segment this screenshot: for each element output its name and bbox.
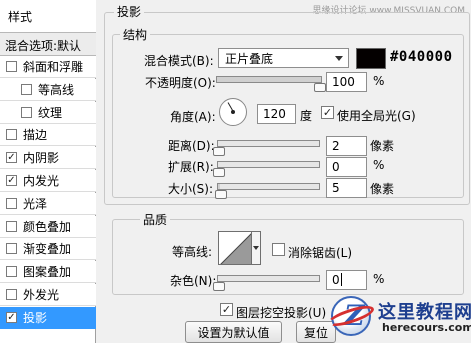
- style-item-checkbox[interactable]: [6, 243, 17, 254]
- contour-label: 等高线:: [172, 245, 213, 259]
- angle-unit: 度: [300, 109, 313, 123]
- shadow-color-swatch[interactable]: [356, 48, 386, 69]
- shadow-color-hex: #040000: [390, 49, 453, 65]
- style-item-label: 内发光: [23, 174, 60, 188]
- size-unit: 像素: [370, 182, 395, 196]
- contour-dropdown[interactable]: [252, 231, 261, 265]
- spread-label: 扩展(R):: [168, 160, 214, 174]
- style-item-checkbox[interactable]: [6, 198, 17, 209]
- spread-percent: %: [373, 158, 385, 172]
- style-item[interactable]: 描边: [0, 124, 96, 146]
- noise-slider[interactable]: [217, 275, 320, 282]
- spread-input[interactable]: 0: [326, 157, 367, 177]
- spread-slider-handle[interactable]: [213, 168, 225, 177]
- chevron-down-icon: [253, 246, 259, 250]
- style-item[interactable]: 光泽: [0, 193, 96, 215]
- style-item[interactable]: 等高线: [0, 79, 96, 101]
- site-watermark: Z 这里教程网 herecours.com: [326, 293, 471, 343]
- contour-preview[interactable]: [218, 231, 252, 265]
- angle-input[interactable]: 120: [257, 104, 296, 124]
- style-item-label: 光泽: [23, 197, 48, 211]
- blend-mode-label: 混合模式(B):: [144, 54, 214, 68]
- style-item-label: 描边: [23, 128, 48, 142]
- style-item-checkbox[interactable]: [6, 289, 17, 300]
- noise-label: 杂色(N):: [170, 274, 217, 288]
- style-item-label: 内阴影: [23, 151, 60, 165]
- anti-aliased-label: 消除锯齿(L): [288, 246, 353, 260]
- styles-panel-title: 样式: [0, 0, 96, 32]
- style-item[interactable]: 渐变叠加: [0, 238, 96, 260]
- distance-label: 距离(D):: [168, 139, 215, 153]
- style-item[interactable]: ✓ 投影: [0, 307, 96, 329]
- distance-unit: 像素: [370, 139, 395, 153]
- style-item-label: 投影: [23, 311, 48, 325]
- opacity-slider-handle[interactable]: [314, 83, 326, 92]
- opacity-input[interactable]: 100: [326, 72, 367, 92]
- size-label: 大小(S):: [168, 182, 214, 196]
- knockout-checkbox[interactable]: ✓: [220, 303, 233, 316]
- style-item[interactable]: 斜面和浮雕: [0, 56, 96, 78]
- spread-slider[interactable]: [217, 161, 320, 168]
- angle-label: 角度(A):: [170, 110, 216, 124]
- style-item[interactable]: ✓ 内阴影: [0, 147, 96, 169]
- style-item[interactable]: 纹理: [0, 102, 96, 124]
- style-item[interactable]: 外发光: [0, 284, 96, 306]
- style-item-checkbox[interactable]: [6, 129, 17, 140]
- distance-input[interactable]: 2: [326, 136, 367, 156]
- opacity-label: 不透明度(O):: [145, 76, 216, 90]
- global-light-label: 使用全局光(G): [337, 109, 416, 123]
- noise-input[interactable]: 0: [326, 270, 367, 290]
- check-icon: ✓: [322, 106, 333, 119]
- site-watermark-url: herecours.com: [382, 321, 471, 334]
- style-item-checkbox[interactable]: [6, 266, 17, 277]
- style-item-checkbox[interactable]: [21, 107, 32, 118]
- style-item-label: 颜色叠加: [23, 220, 72, 234]
- style-item-checkbox[interactable]: [6, 221, 17, 232]
- style-item[interactable]: 图案叠加: [0, 261, 96, 283]
- blending-options-item[interactable]: 混合选项:默认: [0, 32, 96, 56]
- style-item-label: 斜面和浮雕: [23, 60, 84, 74]
- style-item-label: 渐变叠加: [23, 242, 72, 256]
- style-item-label: 纹理: [38, 106, 63, 120]
- style-item-checkbox[interactable]: [6, 61, 17, 72]
- style-item[interactable]: 颜色叠加: [0, 216, 96, 238]
- chevron-down-icon: [335, 56, 343, 61]
- style-item-checkbox[interactable]: [21, 84, 32, 95]
- drop-shadow-title: 投影: [114, 3, 145, 20]
- opacity-percent: %: [373, 74, 385, 88]
- opacity-slider[interactable]: [216, 76, 322, 83]
- style-item-label: 外发光: [23, 288, 60, 302]
- size-input[interactable]: 5: [326, 178, 367, 198]
- noise-percent: %: [373, 272, 385, 286]
- style-item-checkbox[interactable]: ✓: [6, 175, 17, 186]
- distance-slider-handle[interactable]: [213, 147, 225, 156]
- blend-mode-value: 正片叠底: [225, 51, 274, 66]
- noise-slider-handle[interactable]: [213, 282, 225, 291]
- noise-value: 0: [332, 273, 340, 287]
- size-slider[interactable]: [217, 183, 320, 190]
- style-item-label: 等高线: [38, 83, 75, 97]
- angle-dial[interactable]: [219, 98, 247, 126]
- blend-mode-select[interactable]: 正片叠底: [218, 48, 349, 68]
- knockout-label: 图层挖空投影(U): [236, 306, 327, 320]
- style-item-checkbox[interactable]: ✓: [6, 312, 17, 323]
- style-item-label: 图案叠加: [23, 265, 72, 279]
- check-icon: ✓: [221, 303, 232, 316]
- style-item-checkbox[interactable]: ✓: [6, 152, 17, 163]
- global-light-checkbox[interactable]: ✓: [321, 106, 334, 119]
- distance-slider[interactable]: [217, 140, 320, 147]
- anti-aliased-checkbox[interactable]: [272, 243, 285, 256]
- structure-title: 结构: [120, 26, 151, 43]
- contour-curve-icon: [220, 233, 251, 264]
- styles-list-panel: 样式 混合选项:默认 斜面和浮雕等高线纹理描边 ✓ 内阴影 ✓ 内发光光泽颜色叠加渐变叠…: [0, 0, 96, 343]
- make-default-button[interactable]: 设置为默认值: [185, 321, 282, 343]
- quality-title: 品质: [140, 211, 171, 228]
- style-item[interactable]: ✓ 内发光: [0, 170, 96, 192]
- size-slider-handle[interactable]: [215, 190, 227, 199]
